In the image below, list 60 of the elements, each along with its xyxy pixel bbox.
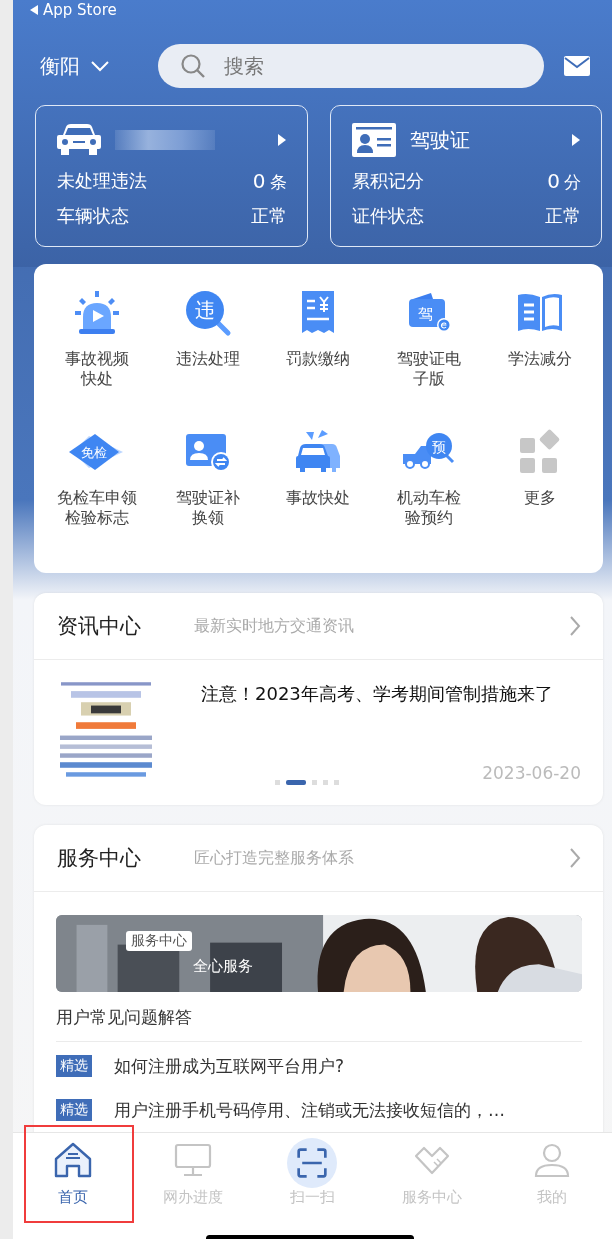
row-label: 累积记分	[351, 169, 424, 193]
summary-card[interactable]: 驾驶证 累积记分 0 分 证件状态 正常	[329, 105, 602, 247]
car-icon	[57, 123, 101, 157]
arrow-icon	[276, 133, 287, 147]
service-item[interactable]: 预 机动车检验预约	[373, 428, 485, 553]
mail-icon[interactable]	[564, 56, 590, 76]
chevron-down-icon	[90, 60, 110, 72]
city-selector[interactable]: 衡阳	[40, 52, 146, 80]
card-icon	[409, 293, 452, 332]
service-item[interactable]: 违 违法处理	[152, 289, 264, 414]
siren-icon	[73, 289, 122, 337]
home-icon	[52, 1142, 93, 1178]
banner-tag: 服务中心	[126, 931, 192, 951]
chevron-right-icon[interactable]	[569, 847, 581, 869]
section-subtitle: 匠心打造完整服务体系	[194, 847, 355, 869]
truck-magnifier-icon	[403, 433, 455, 469]
featured-tag: 精选	[56, 1099, 92, 1121]
faq-heading: 用户常见问题解答	[56, 992, 582, 1042]
service-item[interactable]: 免检 免检车申领检验标志	[42, 428, 153, 553]
chevron-right-icon[interactable]	[569, 615, 581, 637]
icon-glyph: 预	[432, 439, 447, 455]
section-title: 服务中心	[57, 845, 142, 872]
arrow-icon	[571, 133, 581, 147]
service-item[interactable]: 罚款缴纳	[263, 289, 374, 414]
featured-tag: 精选	[56, 1055, 92, 1077]
back-link[interactable]: App Store	[29, 0, 117, 20]
row-value: 正常	[250, 204, 287, 228]
scan-icon	[287, 1138, 338, 1188]
banner-caption: 全心服务	[193, 957, 253, 976]
diamond-icon	[69, 434, 124, 470]
magnifier-icon	[185, 291, 231, 336]
service-item[interactable]: 更多	[484, 428, 595, 553]
service-item[interactable]: 事故视频快处	[42, 289, 153, 414]
faq-link[interactable]: 用户注册手机号码停用、注销或无法接收短信的，…	[114, 1098, 505, 1122]
service-item[interactable]: 事故快处	[263, 428, 374, 553]
row-label: 车辆状态	[57, 204, 129, 228]
tab-item[interactable]: 首页	[46, 1133, 99, 1211]
faq-link[interactable]: 如何注册成为互联网平台用户?	[114, 1054, 345, 1078]
icon-glyph: 违	[194, 298, 215, 322]
row-value: 0 条	[252, 168, 287, 195]
card-title: 驾驶证	[409, 126, 470, 154]
monitor-icon	[172, 1142, 213, 1178]
search-field[interactable]: 搜索	[158, 44, 544, 88]
summary-card[interactable]: 未处理违法 0 条 车辆状态 正常	[35, 105, 308, 247]
section-subtitle: 最新实时地方交通资讯	[194, 615, 355, 637]
news-date: 2023-06-20	[482, 763, 581, 783]
icon-glyph: 免检	[81, 445, 108, 460]
service-item[interactable]: 驾驶证补换领	[152, 428, 264, 553]
search-icon	[180, 53, 206, 79]
service-item[interactable]: 驾 驾驶证电子版	[373, 289, 485, 414]
service-item[interactable]: 学法减分	[484, 289, 595, 414]
row-value: 0 分	[547, 168, 581, 195]
news-headline[interactable]: 注意！2023年高考、学考期间管制措施来了	[201, 680, 561, 707]
row-label: 证件状态	[351, 204, 424, 228]
row-value: 正常	[545, 204, 581, 228]
section-title: 资讯中心	[57, 613, 142, 640]
icon-glyph: 驾	[417, 305, 433, 323]
id-card-icon	[351, 123, 396, 157]
back-arrow-icon	[29, 4, 39, 16]
row-label: 未处理违法	[57, 169, 147, 193]
